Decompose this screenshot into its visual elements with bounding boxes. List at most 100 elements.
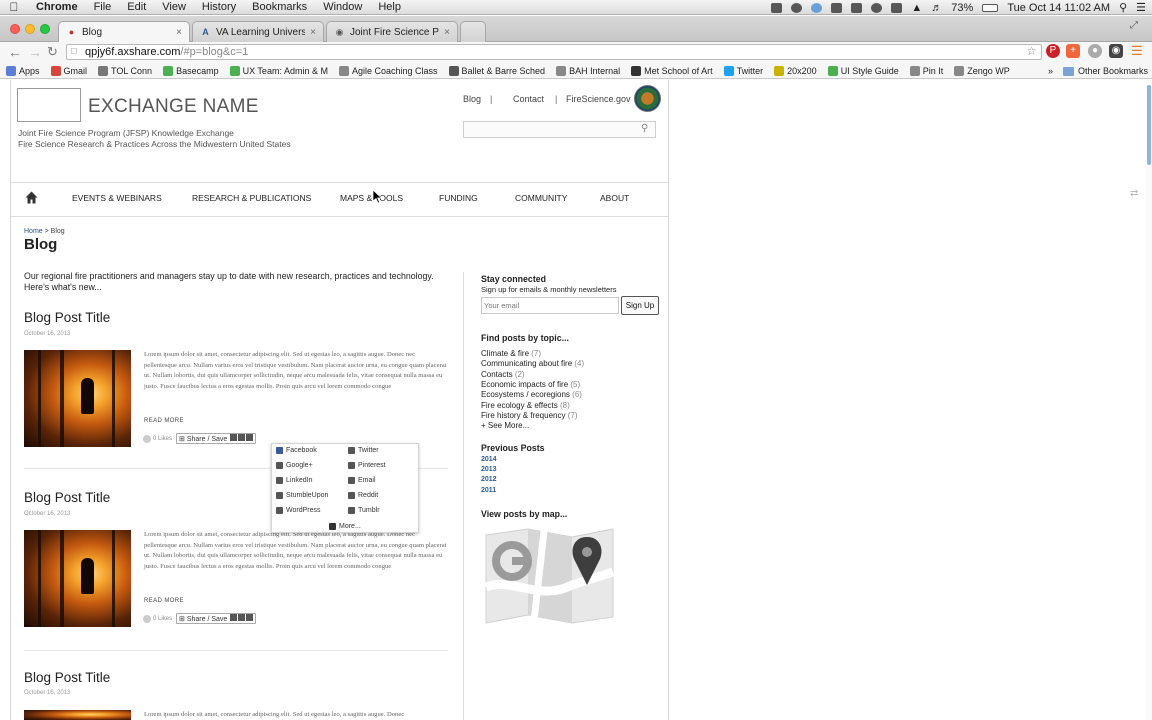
bookmark-item[interactable]: Gmail: [50, 65, 87, 76]
topic-link[interactable]: Communicating about fire (4): [481, 359, 584, 368]
tab-blog[interactable]: ● Blog ×: [58, 21, 190, 43]
bookmark-star-icon[interactable]: ☆: [1026, 44, 1037, 58]
share-more-button[interactable]: More...: [329, 523, 361, 530]
nav-community[interactable]: COMMUNITY: [515, 193, 567, 203]
tab-joint-fire-science[interactable]: ◉ Joint Fire Science Program ×: [326, 21, 458, 42]
bookmark-item[interactable]: Agile Coaching Class: [338, 65, 438, 76]
record-icon[interactable]: [791, 2, 803, 13]
share-option-reddit[interactable]: Reddit: [348, 492, 378, 499]
scrollbar-thumb[interactable]: [1147, 85, 1151, 165]
likes-counter[interactable]: 0 Likes: [143, 614, 172, 623]
google-maps-icon[interactable]: [484, 527, 615, 625]
topic-link[interactable]: Climate & fire (7): [481, 349, 541, 358]
spotlight-icon[interactable]: ⚲: [1119, 1, 1127, 14]
close-tab-icon[interactable]: ×: [444, 27, 450, 38]
post-title[interactable]: Blog Post Title: [24, 310, 110, 325]
nav-events-webinars[interactable]: EVENTS & WEBINARS: [72, 193, 162, 203]
bookmark-item[interactable]: Pin It: [909, 65, 943, 76]
menu-file[interactable]: File: [86, 1, 120, 13]
back-icon[interactable]: ←: [8, 44, 22, 60]
bookmark-item[interactable]: 20x200: [774, 65, 817, 76]
site-name[interactable]: EXCHANGE NAME: [88, 96, 259, 118]
search-icon[interactable]: ⚲: [641, 123, 648, 134]
resize-grip-icon[interactable]: ⇄: [1130, 188, 1138, 199]
bookmark-item[interactable]: Apps: [6, 65, 40, 76]
other-bookmarks[interactable]: » Other Bookmarks: [1048, 63, 1148, 79]
globe-icon[interactable]: [811, 2, 823, 13]
forward-share-icon[interactable]: [246, 614, 254, 621]
extension-icon[interactable]: ●: [1088, 44, 1102, 58]
minimize-window-button[interactable]: [25, 24, 35, 34]
topic-link[interactable]: Fire history & frequency (7): [481, 411, 578, 420]
bookmark-item[interactable]: Ballet & Barre Sched: [448, 65, 545, 76]
share-option-twitter[interactable]: Twitter: [348, 447, 379, 454]
wifi-icon[interactable]: ▲: [911, 2, 922, 14]
camera-icon[interactable]: [771, 2, 783, 13]
shield-extension-icon[interactable]: ◉: [1109, 44, 1123, 58]
toplink-contact[interactable]: Contact: [513, 94, 544, 104]
bookmark-item[interactable]: UX Team: Admin & M: [229, 65, 328, 76]
menu-window[interactable]: Window: [315, 1, 370, 13]
nav-funding[interactable]: FUNDING: [439, 193, 478, 203]
twitter-icon[interactable]: [238, 434, 246, 441]
apple-icon[interactable]: : [0, 0, 28, 14]
breadcrumb-home[interactable]: Home: [24, 228, 43, 235]
agency-seal-logo[interactable]: [634, 85, 661, 112]
volume-icon[interactable]: ♬: [931, 2, 942, 14]
clock[interactable]: Tue Oct 14 11:02 AM: [1007, 2, 1110, 14]
topic-link[interactable]: Fire ecology & effects (8): [481, 401, 570, 410]
nav-research-publications[interactable]: RESEARCH & PUBLICATIONS: [192, 193, 311, 203]
menu-chrome[interactable]: Chrome: [28, 1, 86, 13]
share-option-linkedin[interactable]: LinkedIn: [276, 477, 312, 484]
forward-share-icon[interactable]: [246, 434, 254, 441]
post-image-firefighter[interactable]: [24, 710, 131, 720]
post-image-firefighter[interactable]: [24, 530, 131, 627]
toplink-blog[interactable]: Blog: [463, 94, 481, 104]
nav-about[interactable]: ABOUT: [600, 193, 629, 203]
share-save-button[interactable]: ⊞ Share / Save: [176, 613, 257, 624]
nav-maps-tools[interactable]: MAPS & TOOLS: [340, 193, 403, 203]
sign-up-button[interactable]: Sign Up: [621, 296, 659, 315]
pinterest-extension-icon[interactable]: P: [1046, 44, 1060, 58]
share-option-email[interactable]: Email: [348, 477, 376, 484]
facebook-icon[interactable]: [230, 434, 238, 441]
bookmark-item[interactable]: Met School of Art: [631, 65, 713, 76]
site-search-input[interactable]: [463, 121, 656, 138]
battery-percent[interactable]: 73%: [951, 2, 973, 14]
bookmarks-more-icon[interactable]: »: [1048, 66, 1053, 76]
topic-link[interactable]: Economic impacts of fire (5): [481, 380, 580, 389]
bookmark-item[interactable]: UI Style Guide: [827, 65, 899, 76]
address-bar[interactable]: □ qpjy6f.axshare.com/#p=blog&c=1 ☆: [66, 44, 1042, 60]
share-option-tumblr[interactable]: Tumblr: [348, 507, 380, 514]
share-option-stumbleupon[interactable]: StumbleUpon: [276, 492, 328, 499]
fullscreen-icon[interactable]: ⤢: [1130, 20, 1138, 31]
bookmark-item[interactable]: TOL Conn: [98, 65, 152, 76]
year-link-2014[interactable]: 2014: [481, 456, 497, 463]
tab-va-learning[interactable]: A VA Learning University ×: [192, 21, 324, 42]
share-option-google[interactable]: Google+: [276, 462, 313, 469]
post-title[interactable]: Blog Post Title: [24, 670, 110, 685]
year-link-2012[interactable]: 2012: [481, 476, 497, 483]
time-machine-icon[interactable]: [871, 2, 883, 13]
bookmark-item[interactable]: Twitter: [723, 65, 763, 76]
menu-history[interactable]: History: [194, 1, 244, 13]
newsletter-email-input[interactable]: [481, 297, 619, 314]
logo-placeholder[interactable]: [17, 88, 81, 122]
menu-edit[interactable]: Edit: [119, 1, 154, 13]
battery-icon[interactable]: [982, 3, 999, 12]
close-tab-icon[interactable]: ×: [310, 27, 316, 38]
reload-icon[interactable]: ↻: [47, 44, 58, 60]
airplay-icon[interactable]: [851, 2, 863, 13]
menu-bookmarks[interactable]: Bookmarks: [244, 1, 315, 13]
likes-counter[interactable]: 0 Likes: [143, 434, 172, 443]
menu-help[interactable]: Help: [370, 1, 409, 13]
facebook-icon[interactable]: [230, 614, 238, 621]
share-save-button[interactable]: ⊞ Share / Save: [176, 433, 257, 444]
share-option-wordpress[interactable]: WordPress: [276, 507, 321, 514]
post-image-firefighter[interactable]: [24, 350, 131, 447]
home-icon[interactable]: [25, 191, 38, 204]
page-scrollbar[interactable]: [1146, 80, 1152, 720]
bluetooth-icon[interactable]: [891, 2, 903, 13]
forward-icon[interactable]: →: [28, 44, 42, 60]
bookmark-item[interactable]: Basecamp: [163, 65, 219, 76]
